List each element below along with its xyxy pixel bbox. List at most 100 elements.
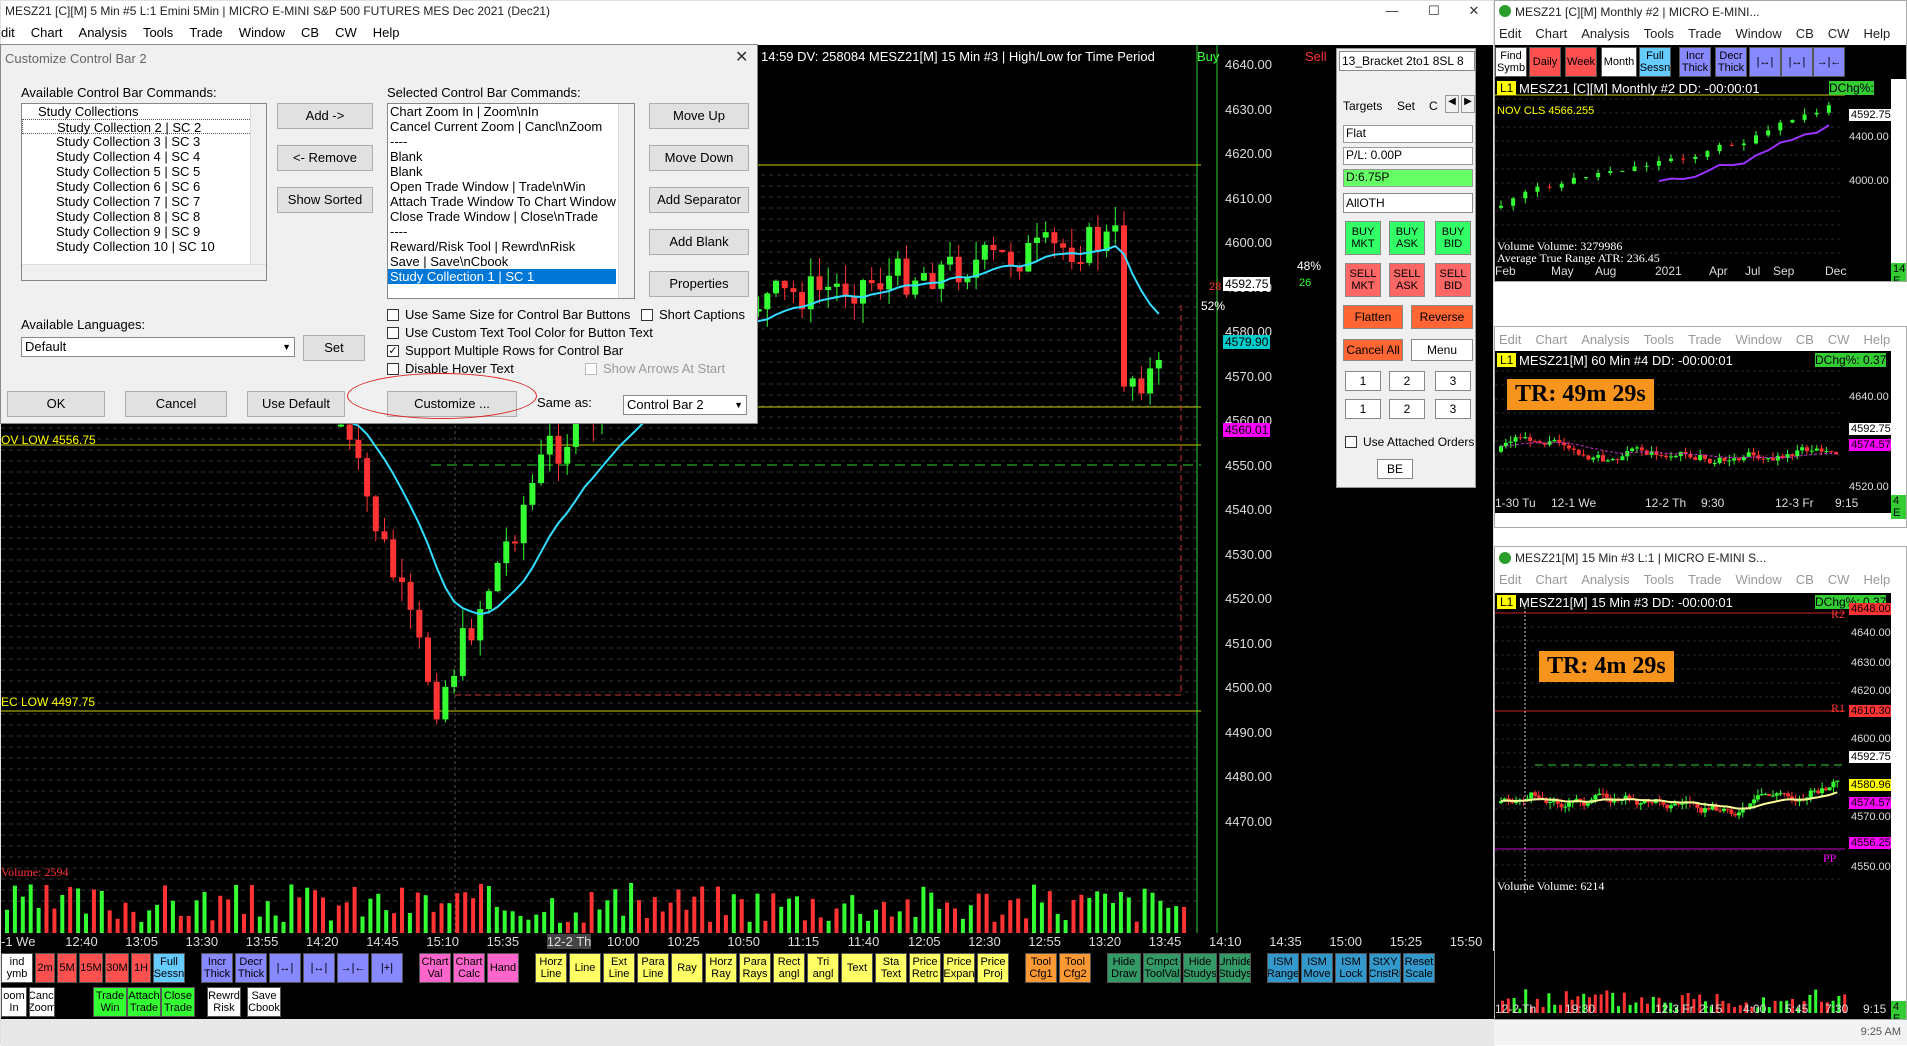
sell-bid-button[interactable]: SELL BID (1435, 263, 1471, 297)
control-bar-button[interactable]: Text (841, 953, 873, 983)
qty-2-button[interactable]: 2 (1389, 371, 1425, 391)
multi-rows-checkbox[interactable]: ✓ Support Multiple Rows for Control Bar (387, 343, 623, 358)
control-bar-button[interactable]: Hide Draw (1107, 953, 1141, 983)
tab-left-icon[interactable]: ◀ (1445, 95, 1459, 113)
menu-item[interactable]: dit (1, 25, 15, 40)
toolbar-button[interactable]: Find Symb (1495, 47, 1527, 77)
tree-group-item[interactable]: Study Collections (22, 104, 266, 119)
control-bar-button[interactable]: Close Trade (161, 987, 195, 1017)
control-bar-button[interactable]: Rect angl (773, 953, 805, 983)
menu-item[interactable]: Window (1735, 572, 1781, 587)
available-hscrollbar[interactable] (22, 264, 266, 280)
qty2-2-button[interactable]: 2 (1389, 399, 1425, 419)
control-bar-button[interactable]: 30M (105, 953, 129, 983)
control-bar-button[interactable]: Horz Ray (705, 953, 737, 983)
selected-command-item[interactable]: Cancel Current Zoom | Cancl\nZoom (388, 119, 616, 134)
menu-item[interactable]: Help (1863, 572, 1890, 587)
control-bar-button[interactable]: ISM Lock (1335, 953, 1367, 983)
control-bar-button[interactable]: Para Rays (739, 953, 771, 983)
toolbar-button[interactable]: Daily (1529, 47, 1561, 77)
menu-item[interactable]: Trade (1688, 572, 1721, 587)
tree-item[interactable]: Study Collection 2 | SC 2 (22, 119, 266, 135)
tree-item[interactable]: Study Collection 10 | SC 10 (22, 239, 266, 254)
menu-item[interactable]: Edit (1499, 26, 1521, 41)
ok-button[interactable]: OK (7, 391, 105, 417)
arrows-start-checkbox[interactable]: Show Arrows At Start (585, 361, 725, 376)
same-size-checkbox[interactable]: Use Same Size for Control Bar Buttons (387, 307, 630, 322)
menu-item[interactable]: Tools (1644, 26, 1674, 41)
selected-command-item[interactable]: Save | Save\nCbook (388, 254, 616, 269)
toolbar-button[interactable]: |↔| (1749, 47, 1781, 77)
selected-command-item[interactable]: Open Trade Window | Trade\nWin (388, 179, 616, 194)
tab-c[interactable]: C (1429, 99, 1438, 113)
menu-item[interactable]: Tools (143, 25, 173, 40)
control-bar-button[interactable]: 1H (131, 953, 151, 983)
same-as-select[interactable]: Control Bar 2 ▼ (623, 395, 747, 415)
properties-button[interactable]: Properties (649, 271, 749, 297)
control-bar-button[interactable]: 2m (35, 953, 55, 983)
move-up-button[interactable]: Move Up (649, 103, 749, 129)
menu-item[interactable]: CW (1828, 572, 1850, 587)
selected-command-item[interactable]: Close Trade Window | Close\nTrade (388, 209, 616, 224)
tree-item[interactable]: Study Collection 5 | SC 5 (22, 164, 266, 179)
add-blank-button[interactable]: Add Blank (649, 229, 749, 255)
use-default-button[interactable]: Use Default (247, 391, 345, 417)
available-vscrollbar[interactable] (250, 104, 266, 264)
control-bar-button[interactable]: 15M (79, 953, 103, 983)
menu-item[interactable]: CB (1796, 572, 1814, 587)
control-bar-button[interactable]: Full Sessn (153, 953, 185, 983)
tab-set[interactable]: Set (1397, 99, 1415, 113)
dialog-close-icon[interactable]: ✕ (735, 47, 748, 67)
menu-item[interactable]: Chart (1535, 332, 1567, 347)
be-button[interactable]: BE (1377, 459, 1413, 479)
control-bar-button[interactable]: Price Expan (943, 953, 975, 983)
buy-bid-button[interactable]: BUY BID (1435, 221, 1471, 255)
short-captions-checkbox[interactable]: Short Captions (641, 307, 745, 322)
control-bar-button[interactable]: ISM Range (1267, 953, 1299, 983)
control-bar-button[interactable]: Incr Thick (201, 953, 233, 983)
menu-item[interactable]: Help (1863, 26, 1890, 41)
tree-item[interactable]: Study Collection 4 | SC 4 (22, 149, 266, 164)
control-bar-button[interactable]: Chart Val (419, 953, 451, 983)
flatten-button[interactable]: Flatten (1343, 305, 1403, 329)
control-bar-button[interactable]: Price Retrc (909, 953, 941, 983)
toolbar-button[interactable]: Full Sessn (1639, 47, 1671, 77)
menu-item[interactable]: Edit (1499, 332, 1521, 347)
maximize-icon[interactable]: ☐ (1413, 1, 1455, 21)
menu-item[interactable]: Analysis (79, 25, 127, 40)
selected-command-item[interactable]: Study Collection 1 | SC 1 (388, 269, 616, 284)
control-bar-button[interactable]: Save Cbook (247, 987, 281, 1017)
menu-item[interactable]: CW (1828, 332, 1850, 347)
menu-item[interactable]: Help (1863, 332, 1890, 347)
control-bar-button[interactable]: Attach Trade (127, 987, 161, 1017)
control-bar-button[interactable]: Reset Scale (1403, 953, 1435, 983)
menu-item[interactable]: Chart (1535, 26, 1567, 41)
qty-1-button[interactable]: 1 (1345, 371, 1381, 391)
toolbar-button[interactable]: Decr Thick (1715, 47, 1747, 77)
control-bar-button[interactable]: Sta Text (875, 953, 907, 983)
menu-item[interactable]: Trade (1688, 26, 1721, 41)
selected-command-item[interactable]: Chart Zoom In | Zoom\nIn (388, 104, 616, 119)
toolbar-button[interactable]: |↔| (1781, 47, 1813, 77)
monthly-chart[interactable]: L1 MESZ21 [C][M] Monthly #2 DD: -00:00:0… (1495, 79, 1891, 281)
tree-item[interactable]: Study Collection 8 | SC 8 (22, 209, 266, 224)
menu-item[interactable]: Tools (1644, 332, 1674, 347)
control-bar-button[interactable]: Tool Cfg2 (1059, 953, 1091, 983)
control-bar-button[interactable]: oom In (1, 987, 27, 1017)
show-sorted-button[interactable]: Show Sorted (277, 187, 373, 213)
remove-button[interactable]: <- Remove (277, 145, 373, 171)
control-bar-button[interactable]: Tri angl (807, 953, 839, 983)
control-bar-button[interactable]: Trade Win (93, 987, 127, 1017)
control-bar-button[interactable]: Chart Calc (453, 953, 485, 983)
available-commands-tree[interactable]: Study Collections Study Collection 2 | SC… (21, 103, 267, 281)
control-bar-button[interactable]: Hide Studys (1183, 953, 1217, 983)
menu-item[interactable]: CB (1796, 332, 1814, 347)
control-bar-button[interactable]: Decr Thick (235, 953, 267, 983)
menu-item[interactable]: Help (373, 25, 400, 40)
menu-item[interactable]: Tools (1644, 572, 1674, 587)
set-button[interactable]: Set (303, 335, 365, 361)
menu-item[interactable]: CW (1828, 26, 1850, 41)
selected-commands-list[interactable]: Chart Zoom In | Zoom\nIn Cancel Current Z… (387, 103, 635, 299)
buy-ask-button[interactable]: BUY ASK (1389, 221, 1425, 255)
tree-item[interactable]: Study Collection 9 | SC 9 (22, 224, 266, 239)
